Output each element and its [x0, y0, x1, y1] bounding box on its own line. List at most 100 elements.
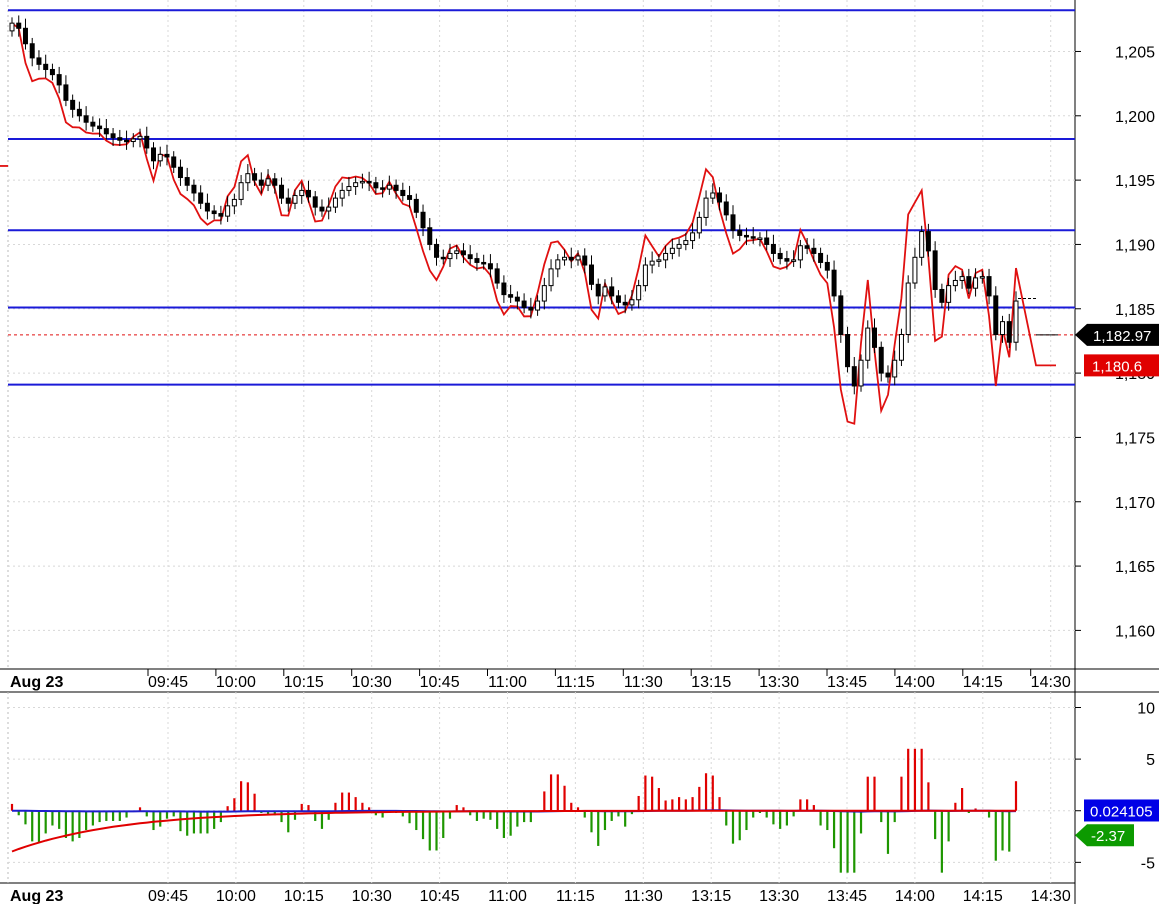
- chart-canvas: 1,1601,1651,1701,1751,1801,1851,1901,195…: [0, 0, 1159, 904]
- candle-up: [797, 245, 803, 261]
- indicator-axis-label: 10: [1137, 700, 1155, 717]
- candle-down: [730, 214, 736, 231]
- candle-up: [386, 184, 392, 190]
- candle-down: [986, 276, 992, 297]
- indicator-time-axis-label: 10:30: [352, 888, 392, 904]
- candle-up: [575, 255, 581, 261]
- candle-down: [831, 269, 837, 297]
- candle-up: [157, 153, 163, 162]
- candle-up: [299, 189, 305, 197]
- candle-up: [676, 243, 682, 249]
- candle-up: [548, 268, 554, 287]
- candle-down: [420, 211, 426, 229]
- candle-down: [784, 258, 790, 262]
- indicator-time-axis-label: 13:30: [759, 888, 799, 904]
- indicator-axis-label: -5: [1141, 855, 1155, 872]
- time-axis-label: 10:15: [284, 674, 324, 691]
- candle-down: [811, 247, 817, 254]
- indicator-time-axis-label: 10:00: [216, 888, 256, 904]
- candle-down: [743, 234, 749, 238]
- candle-down: [400, 189, 406, 197]
- candle-up: [265, 178, 271, 186]
- candle-down: [164, 153, 170, 158]
- candle-down: [407, 195, 413, 200]
- candle-down: [824, 261, 830, 271]
- candle-up: [912, 256, 918, 284]
- candle-up: [562, 256, 568, 261]
- candle-down: [878, 346, 884, 374]
- candle-up: [892, 359, 898, 378]
- candle-down: [36, 57, 42, 65]
- price-axis-label: 1,160: [1115, 623, 1155, 640]
- candle-down: [29, 43, 35, 59]
- candle-up: [130, 138, 136, 143]
- candle-down: [380, 187, 386, 190]
- candle-up: [757, 237, 763, 241]
- date-label: Aug 23: [10, 674, 63, 691]
- candle-down: [939, 288, 945, 303]
- indicator-time-axis-label: 10:45: [420, 888, 460, 904]
- candle-down: [467, 254, 473, 260]
- candle-down: [177, 166, 183, 179]
- candle-up: [898, 334, 904, 361]
- candle-up: [905, 282, 911, 335]
- indicator-time-axis-label: 14:15: [963, 888, 1003, 904]
- candle-down: [63, 84, 69, 101]
- candle-down: [838, 295, 844, 335]
- candle-down: [413, 198, 419, 213]
- candle-down: [871, 327, 877, 348]
- candle-down: [117, 137, 123, 141]
- price-axis-label: 1,190: [1115, 237, 1155, 254]
- candle-down: [198, 192, 204, 204]
- candle-down: [737, 229, 743, 236]
- candle-down: [501, 282, 507, 296]
- candle-down: [97, 125, 103, 130]
- candle-down: [764, 237, 770, 245]
- time-axis-label: 11:00: [488, 674, 527, 691]
- candle-down: [845, 334, 851, 368]
- time-axis-label: 13:30: [759, 674, 799, 691]
- candle-down: [568, 256, 574, 261]
- candle-down: [22, 27, 28, 45]
- candle-down: [151, 147, 157, 162]
- candle-up: [238, 182, 244, 200]
- candle-down: [770, 243, 776, 254]
- signal-value-badge-text: 0.024105: [1090, 803, 1153, 820]
- candle-down: [305, 189, 311, 198]
- candle-down: [16, 22, 22, 29]
- candle-up: [454, 250, 460, 254]
- candle-down: [615, 295, 621, 303]
- candle-down: [279, 184, 285, 199]
- indicator-time-axis-label: 09:45: [148, 888, 188, 904]
- candle-up: [1000, 321, 1006, 335]
- candle-up: [353, 182, 359, 188]
- candle-down: [218, 213, 224, 217]
- indicator-time-axis-label: 14:30: [1031, 888, 1071, 904]
- candle-up: [696, 216, 702, 234]
- candle-up: [1013, 300, 1019, 343]
- fast-line: [11, 809, 1016, 853]
- candle-down: [76, 108, 82, 117]
- candle-down: [184, 177, 190, 186]
- candle-down: [885, 372, 891, 378]
- candle-down: [252, 173, 258, 181]
- candle-up: [447, 252, 453, 260]
- candle-up: [791, 259, 797, 262]
- candle-down: [1006, 321, 1012, 343]
- price-axis-label: 1,200: [1115, 109, 1155, 126]
- indicator-time-axis-label: 11:15: [556, 888, 595, 904]
- candle-up: [231, 198, 237, 207]
- candle-up: [326, 206, 332, 212]
- candle-up: [979, 276, 985, 279]
- candle-up: [710, 192, 716, 199]
- candle-down: [70, 99, 76, 110]
- time-axis-label: 10:00: [216, 674, 256, 691]
- time-axis-label: 14:15: [963, 674, 1003, 691]
- price-axis-label: 1,175: [1115, 430, 1155, 447]
- candle-down: [804, 245, 810, 249]
- candle-up: [137, 135, 143, 140]
- candle-up: [865, 327, 871, 361]
- price-axis-label: 1,185: [1115, 302, 1155, 319]
- candle-down: [966, 276, 972, 289]
- candle-down: [258, 179, 264, 186]
